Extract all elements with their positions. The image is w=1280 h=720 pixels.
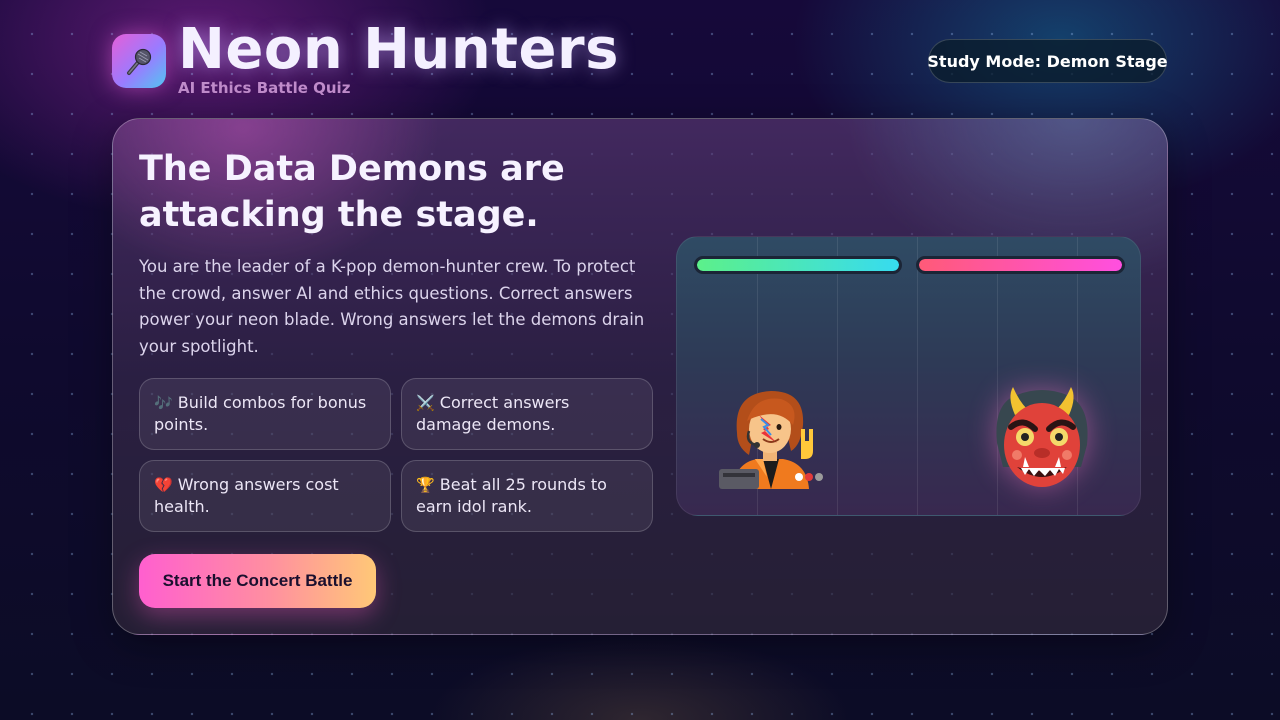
trophy-icon: 🏆 bbox=[416, 476, 435, 494]
tip-text: Correct answers damage demons. bbox=[416, 393, 570, 434]
tip-text: Build combos for bonus points. bbox=[154, 393, 367, 434]
game-subtitle: AI Ethics Battle Quiz bbox=[178, 79, 351, 97]
logo-tile bbox=[112, 34, 166, 88]
tip-text: Wrong answers cost health. bbox=[154, 475, 339, 516]
tip-card-health: 💔 Wrong answers cost health. bbox=[139, 460, 391, 532]
game-title: Neon Hunters bbox=[178, 17, 619, 82]
study-mode-badge: Study Mode: Demon Stage bbox=[927, 39, 1168, 83]
demon-health-fill bbox=[919, 259, 1122, 271]
tip-card-rounds: 🏆 Beat all 25 rounds to earn idol rank. bbox=[401, 460, 653, 532]
crossed-swords-icon: ⚔️ bbox=[416, 394, 435, 412]
tip-card-damage: ⚔️ Correct answers damage demons. bbox=[401, 378, 653, 450]
story-description: You are the leader of a K-pop demon-hunt… bbox=[139, 257, 645, 356]
music-notes-icon: 🎶 bbox=[154, 394, 173, 412]
player-health-fill bbox=[697, 259, 899, 271]
tip-text: Beat all 25 rounds to earn idol rank. bbox=[416, 475, 607, 516]
player-health-bar bbox=[694, 256, 902, 274]
demon-health-bar bbox=[916, 256, 1125, 274]
microphone-icon bbox=[127, 48, 152, 75]
battle-arena bbox=[676, 236, 1141, 516]
stage-gridline bbox=[837, 237, 838, 515]
rockstar-singer-icon bbox=[719, 391, 823, 489]
start-concert-battle-button[interactable]: Start the Concert Battle bbox=[139, 554, 376, 608]
stage-gridline bbox=[917, 237, 918, 515]
tip-card-combos: 🎶 Build combos for bonus points. bbox=[139, 378, 391, 450]
oni-demon-icon bbox=[996, 387, 1088, 487]
broken-heart-icon: 💔 bbox=[154, 476, 173, 494]
story-headline: The Data Demons are attacking the stage. bbox=[139, 149, 565, 235]
